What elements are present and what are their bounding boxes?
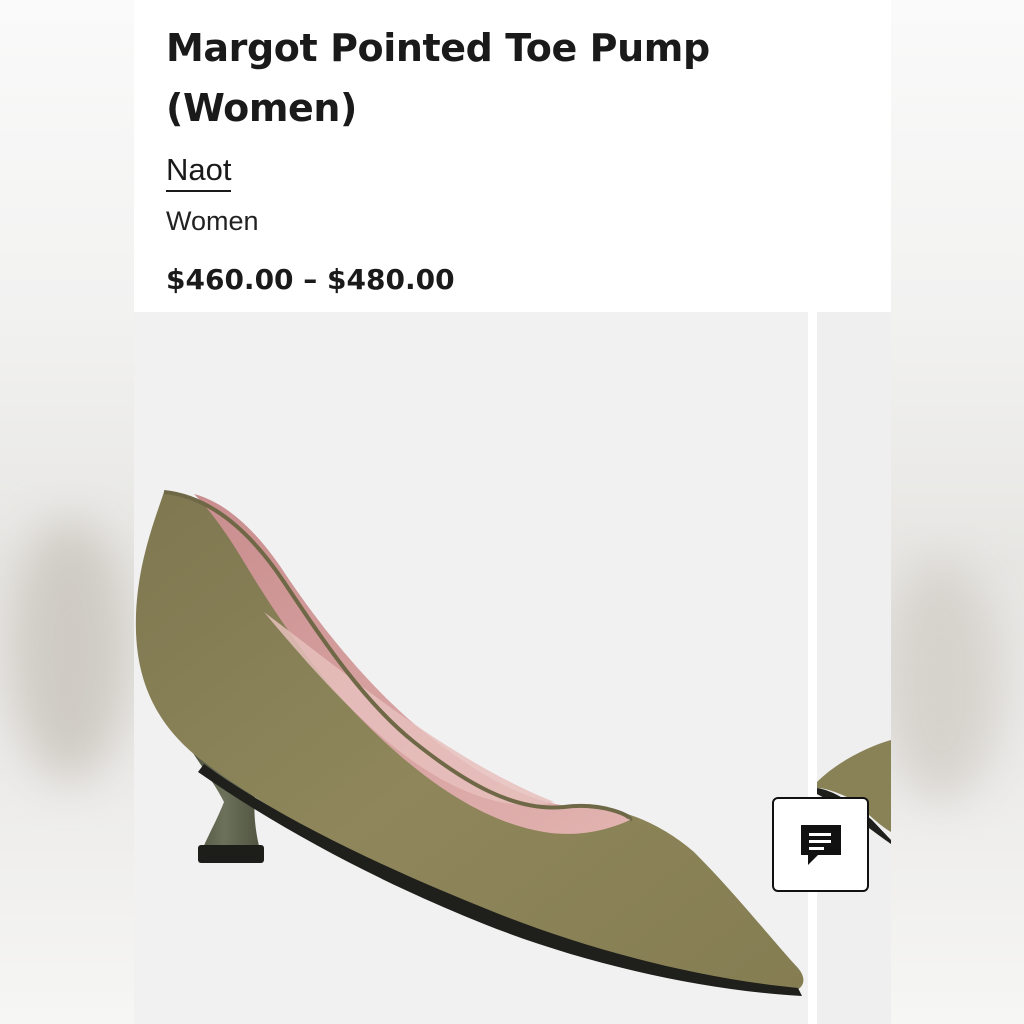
product-category: Women bbox=[166, 206, 259, 236]
chat-bubble-icon bbox=[800, 824, 841, 865]
chat-button[interactable] bbox=[772, 797, 869, 892]
price-range: $460.00 – $480.00 bbox=[166, 263, 455, 296]
shoe-image-partial bbox=[817, 740, 891, 844]
product-page: Margot Pointed Toe Pump (Women) Naot Wom… bbox=[134, 0, 891, 1024]
product-info: Margot Pointed Toe Pump (Women) Naot Wom… bbox=[166, 18, 871, 238]
product-image-main[interactable] bbox=[134, 312, 808, 1024]
blurred-backdrop-right bbox=[881, 0, 1024, 1024]
product-image-next[interactable] bbox=[817, 312, 891, 1024]
blurred-backdrop-left bbox=[0, 0, 134, 1024]
shoe-image bbox=[135, 490, 804, 996]
brand-link[interactable]: Naot bbox=[166, 152, 232, 192]
product-title: Margot Pointed Toe Pump (Women) bbox=[166, 26, 710, 130]
